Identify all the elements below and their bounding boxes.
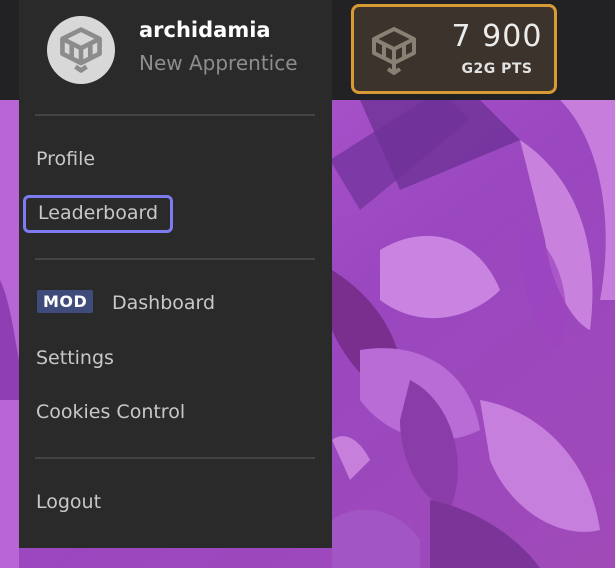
username: archidamia (139, 18, 271, 42)
points-balance-button[interactable]: 7 900 G2G PTS (351, 4, 557, 94)
mod-badge: MOD (37, 290, 94, 313)
app-screen: 7 900 G2G PTS archidamia New Apprentice … (0, 0, 615, 568)
menu-item-logout[interactable]: Logout (36, 491, 101, 513)
menu-item-profile[interactable]: Profile (36, 148, 95, 170)
menu-item-leaderboard[interactable]: Leaderboard (23, 195, 174, 233)
user-header: archidamia New Apprentice (19, 0, 332, 110)
avatar[interactable] (47, 16, 115, 84)
user-dropdown-menu: archidamia New Apprentice Profile Leader… (19, 0, 332, 548)
user-rank: New Apprentice (139, 51, 298, 75)
divider (35, 258, 315, 260)
divider (35, 457, 315, 459)
divider (35, 114, 315, 116)
g2g-logo-icon (372, 27, 416, 75)
points-value: 7 900 (451, 19, 543, 54)
points-label: G2G PTS (461, 61, 533, 77)
menu-item-cookies-control[interactable]: Cookies Control (36, 401, 185, 423)
menu-item-settings[interactable]: Settings (36, 347, 114, 369)
menu-item-dashboard[interactable]: Dashboard (112, 292, 215, 314)
g2g-logo-icon (60, 27, 102, 73)
